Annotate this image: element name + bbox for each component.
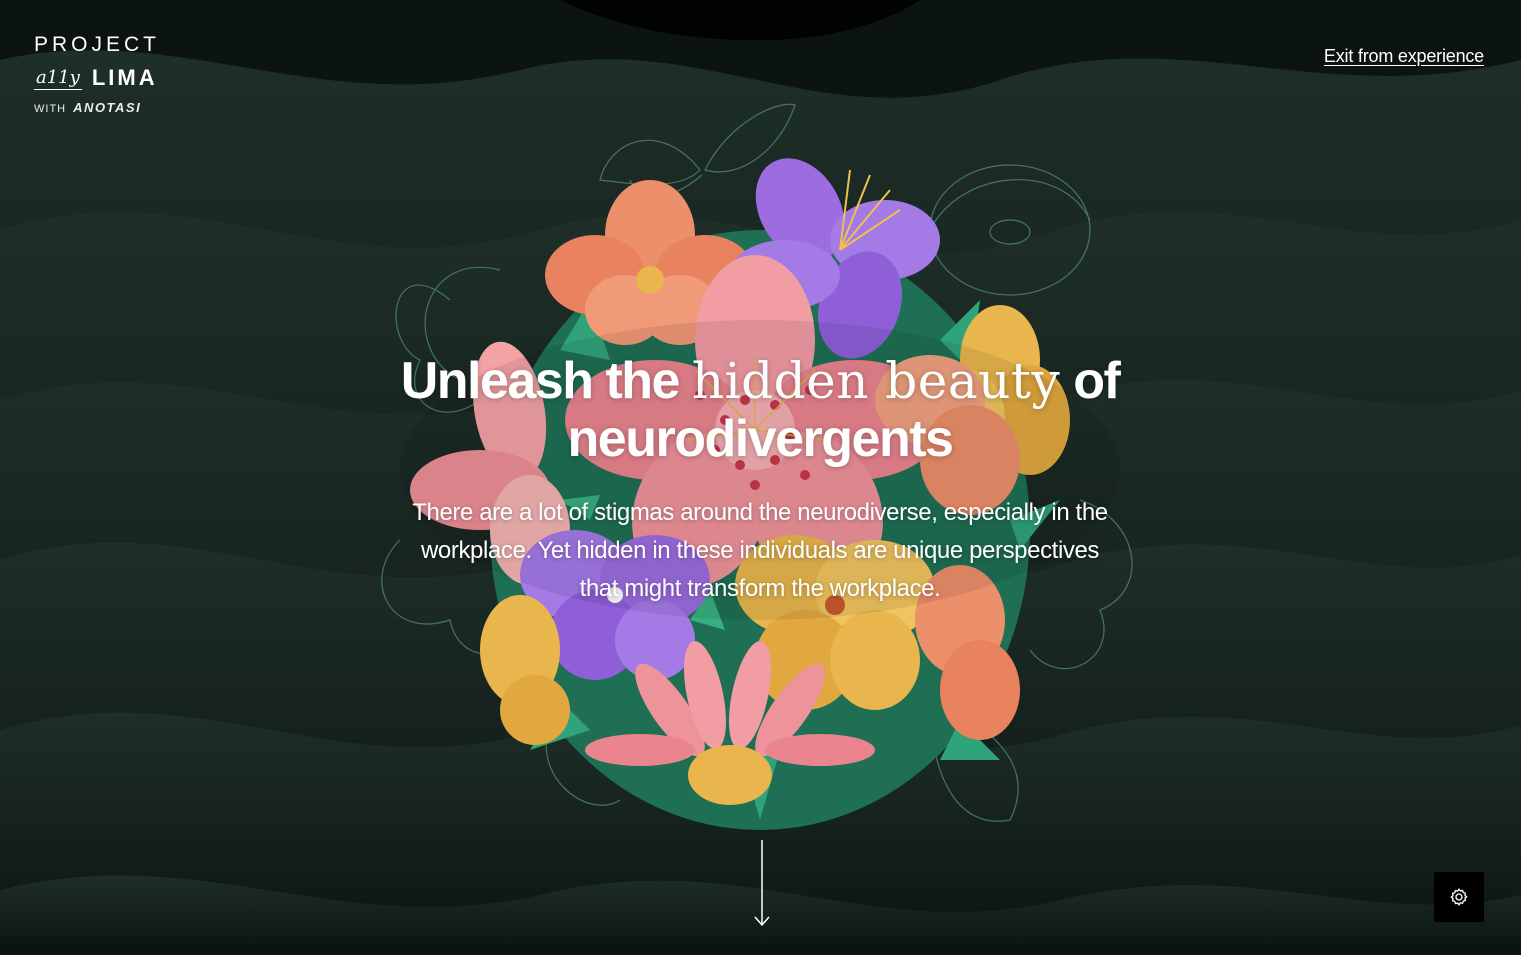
settings-button[interactable] [1434, 872, 1484, 922]
hero-section: Unleash the hidden beauty of neurodiverg… [360, 352, 1160, 608]
scroll-down-button[interactable] [752, 840, 772, 928]
logo-lima-text: LIMA [91, 65, 158, 90]
hero-description: There are a lot of stigmas around the ne… [412, 499, 1108, 602]
logo-partner: WITH ANOTASI [34, 100, 174, 115]
logo-project-text: PROJECT [34, 33, 161, 56]
headline-line2: neurodivergents [567, 410, 954, 468]
project-logo[interactable]: PROJECT a11y LIMA WITH ANOTASI [34, 34, 174, 115]
headline-emphasis: hidden beauty [691, 352, 1061, 410]
gear-icon [1450, 888, 1468, 906]
headline-part2: of [1073, 352, 1121, 410]
logo-with-text: WITH [34, 103, 67, 115]
arrow-down-icon [754, 840, 770, 927]
hero-headline: Unleash the hidden beauty of neurodiverg… [360, 352, 1160, 468]
headline-part1: Unleash the [400, 352, 681, 410]
logo-row: a11y LIMA [34, 60, 174, 90]
logo-partner-text: ANOTASI [73, 100, 142, 115]
exit-experience-link[interactable]: Exit from experience [1324, 46, 1484, 67]
logo-ally-text: a11y [34, 67, 82, 90]
